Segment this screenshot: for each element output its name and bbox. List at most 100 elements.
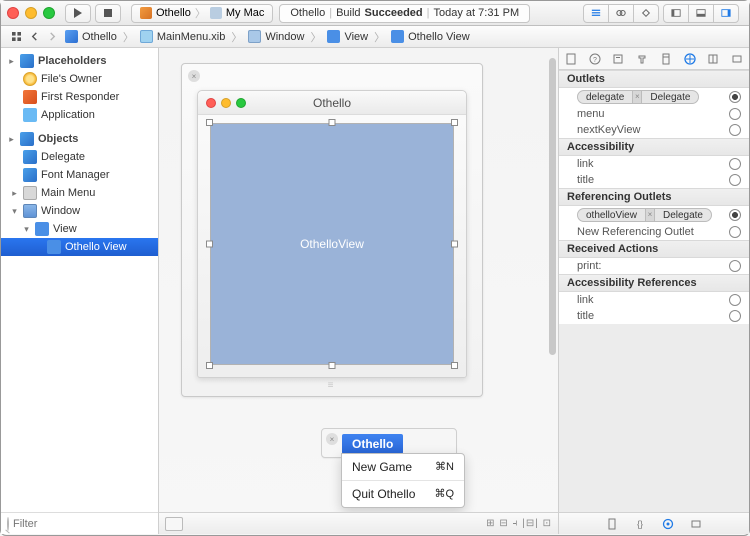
file-templates-tab[interactable]: [603, 516, 621, 532]
canvas-window-title: Othello: [313, 96, 351, 110]
view-icon: [35, 222, 49, 236]
outline-toggle-button[interactable]: [165, 517, 183, 531]
connection-socket[interactable]: [729, 294, 741, 306]
connection-socket[interactable]: [729, 209, 741, 221]
delegate-item[interactable]: Delegate: [1, 148, 158, 166]
othello-view-item[interactable]: Othello View: [1, 238, 158, 256]
connection-pill[interactable]: delegate × Delegate: [577, 90, 699, 104]
status-project: Othello: [290, 7, 325, 19]
outlet-delegate-row[interactable]: delegate × Delegate: [559, 88, 749, 106]
crumb-custom-view[interactable]: Othello View: [387, 30, 474, 43]
filter-input[interactable]: [13, 518, 155, 530]
code-snippets-tab[interactable]: {}: [631, 516, 649, 532]
first-responder-item[interactable]: First Responder: [1, 88, 158, 106]
window-icon: [23, 204, 37, 218]
minimize-button[interactable]: [25, 7, 37, 19]
connection-socket[interactable]: [729, 108, 741, 120]
bindings-inspector-tab[interactable]: [704, 51, 722, 67]
connection-socket[interactable]: [729, 158, 741, 170]
forward-button[interactable]: [43, 29, 61, 45]
pill-x-icon[interactable]: ×: [646, 208, 654, 222]
application-item[interactable]: Application: [1, 106, 158, 124]
received-actions-header: Received Actions: [559, 240, 749, 258]
size-inspector-tab[interactable]: [657, 51, 675, 67]
svg-text:?: ?: [593, 57, 597, 64]
outline-tree[interactable]: ▸Placeholders File's Owner First Respond…: [1, 48, 158, 512]
outlet-menu-row[interactable]: menu: [559, 106, 749, 122]
action-print-row[interactable]: print:: [559, 258, 749, 274]
view-item[interactable]: ▾View: [1, 220, 158, 238]
zoom-button[interactable]: [43, 7, 55, 19]
font-manager-item[interactable]: Font Manager: [1, 166, 158, 184]
crumb-view[interactable]: View: [323, 30, 372, 43]
filter-icon: [7, 517, 9, 531]
toggle-utilities-button[interactable]: [713, 4, 739, 23]
stop-button[interactable]: [95, 4, 121, 23]
menu-item-label: Quit Othello: [352, 487, 415, 501]
object-library-tab[interactable]: [659, 516, 677, 532]
main-menu-item[interactable]: ▸Main Menu: [1, 184, 158, 202]
effects-inspector-tab[interactable]: [728, 51, 746, 67]
refoutlet-new-row[interactable]: New Referencing Outlet: [559, 224, 749, 240]
help-inspector-tab[interactable]: ?: [586, 51, 604, 67]
standard-editor-button[interactable]: [583, 4, 609, 23]
identity-inspector-tab[interactable]: [609, 51, 627, 67]
connection-pill[interactable]: othelloView × Delegate: [577, 208, 712, 222]
object-icon: [23, 150, 37, 164]
pill-dest: Delegate: [641, 90, 699, 104]
canvas-window-object[interactable]: × Othello OthelloView: [181, 63, 483, 397]
attributes-inspector-tab[interactable]: [633, 51, 651, 67]
canvas-window[interactable]: Othello OthelloView: [197, 90, 467, 378]
pill-source: othelloView: [577, 208, 646, 222]
toggle-navigator-button[interactable]: [663, 4, 689, 23]
traffic-lights: [7, 7, 55, 19]
accref-link-row[interactable]: link: [559, 292, 749, 308]
run-button[interactable]: [65, 4, 91, 23]
project-icon: [65, 30, 78, 43]
activity-status: Othello | Build Succeeded | Today at 7:3…: [279, 4, 530, 23]
back-button[interactable]: [25, 29, 43, 45]
status-build: Build: [336, 7, 360, 19]
menu-title-item[interactable]: Othello: [342, 434, 403, 454]
othello-custom-view[interactable]: OthelloView: [210, 123, 454, 365]
connections-inspector-tab[interactable]: [681, 51, 699, 67]
assistant-editor-button[interactable]: [608, 4, 634, 23]
connection-socket[interactable]: [729, 174, 741, 186]
connection-socket[interactable]: [729, 310, 741, 322]
crumb-window[interactable]: Window: [244, 30, 308, 43]
close-button[interactable]: [7, 7, 19, 19]
objects-header[interactable]: ▸Objects: [1, 130, 158, 148]
toggle-debug-button[interactable]: [688, 4, 714, 23]
connection-socket[interactable]: [729, 226, 741, 238]
acc-title-row[interactable]: title: [559, 172, 749, 188]
canvas-footer: ⊞ ⊟ ⫞ |⊟| ⊡: [159, 512, 558, 534]
crumb-project[interactable]: Othello: [61, 30, 121, 43]
outlet-nextkeyview-row[interactable]: nextKeyView: [559, 122, 749, 138]
scheme-selector[interactable]: Othello 〉 My Mac: [131, 4, 273, 23]
menu-item-quit[interactable]: Quit Othello ⌘Q: [342, 480, 464, 504]
scroll-thumb[interactable]: [549, 58, 556, 355]
files-owner-item[interactable]: File's Owner: [1, 70, 158, 88]
connection-socket[interactable]: [729, 260, 741, 272]
selected-view-frame[interactable]: OthelloView: [210, 123, 454, 365]
connection-socket[interactable]: [729, 124, 741, 136]
accref-title-row[interactable]: title: [559, 308, 749, 324]
acc-link-row[interactable]: link: [559, 156, 749, 172]
refoutlet-othelloview-row[interactable]: othelloView × Delegate: [559, 206, 749, 224]
canvas-close-dot[interactable]: ×: [326, 433, 338, 445]
canvas-close-dot[interactable]: ×: [188, 70, 200, 82]
canvas-area[interactable]: × Othello OthelloView: [159, 48, 558, 512]
media-library-tab[interactable]: [687, 516, 705, 532]
canvas-menu-object[interactable]: × Othello New Game ⌘N Quit Othello ⌘Q: [321, 428, 457, 458]
placeholders-header[interactable]: ▸Placeholders: [1, 52, 158, 70]
window-item[interactable]: ▾Window: [1, 202, 158, 220]
constraint-tools[interactable]: ⊞ ⊟ ⫞ |⊟| ⊡: [486, 518, 552, 529]
crumb-file[interactable]: MainMenu.xib: [136, 30, 229, 43]
canvas-scrollbar[interactable]: [549, 58, 556, 482]
related-items-button[interactable]: [7, 29, 25, 45]
pill-x-icon[interactable]: ×: [633, 90, 641, 104]
version-editor-button[interactable]: [633, 4, 659, 23]
file-inspector-tab[interactable]: [562, 51, 580, 67]
menu-item-new-game[interactable]: New Game ⌘N: [342, 457, 464, 477]
connection-socket[interactable]: [729, 91, 741, 103]
